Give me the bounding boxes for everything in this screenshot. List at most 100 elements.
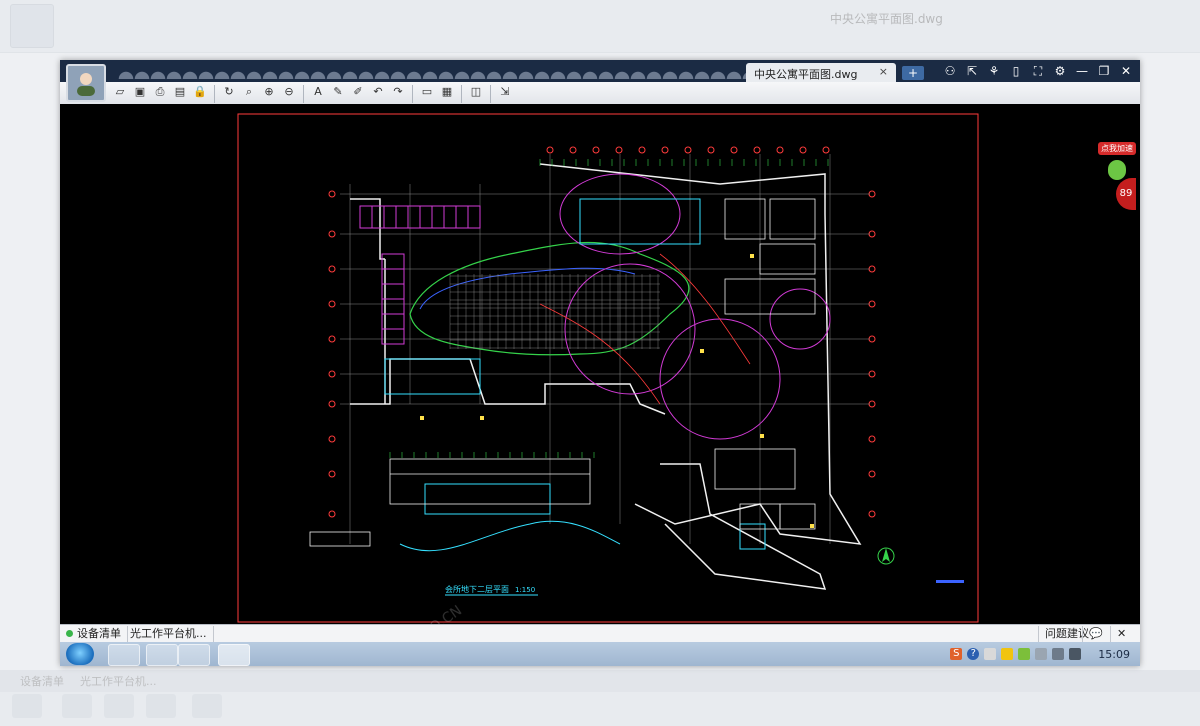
undo-icon[interactable]: ↶ [370,83,386,101]
network-icon[interactable] [984,648,997,660]
export-icon[interactable]: ⇲ [497,83,513,101]
layers-icon[interactable]: ◫ [468,83,484,101]
grid-bubble [328,510,336,518]
restore-button[interactable]: ❐ [1096,62,1112,80]
app-item[interactable]: 光工作平台机... [124,626,214,642]
watermark: PHOTO.CN [395,603,465,624]
close-tab-icon[interactable]: × [879,65,888,78]
document-tab[interactable]: 中央公寓平面图.dwg × [746,63,896,82]
drawing-canvas[interactable]: 会所地下二层平面 1:150 PHOTO.CN 点我加速 89 [60,104,1140,624]
grid-bubble [868,510,876,518]
mascot-icon [1108,160,1126,180]
grid-bubble [592,146,600,154]
speed-badge-label: 点我加速 [1098,142,1136,155]
user-avatar-icon [77,73,95,96]
close-button[interactable]: ✕ [1118,62,1134,80]
volume-icon[interactable] [1069,648,1082,660]
grid-bubble [661,146,669,154]
zoom-in-icon[interactable]: ⊕ [261,83,277,101]
circular-features [559,173,831,440]
document-tab-title: 中央公寓平面图.dwg [754,68,858,81]
save-icon[interactable]: ▣ [132,83,148,101]
device-list-label: 设备清单 [77,627,121,640]
update-icon[interactable] [1018,648,1031,660]
grid-bubble [730,146,738,154]
clock[interactable]: 15:09 [1098,648,1130,661]
grid-bubble [546,146,554,154]
measure-area-icon[interactable]: ▦ [439,83,455,101]
toolbar: ▱ ▣ ⎙ ▤ 🔒 ↻ ⌕ ⊕ ⊖ A ✎ ✐ ↶ ↷ ▭ ▦ ◫ ⇲ [60,82,1140,105]
zoom-out-icon[interactable]: ⊖ [281,83,297,101]
statusbar-close-button[interactable]: ✕ [1110,626,1132,642]
security-icon[interactable] [1001,648,1014,660]
ghost-task-icon [192,694,222,718]
open-icon[interactable]: ▱ [112,83,128,101]
start-button[interactable] [66,643,94,665]
online-dot-icon [66,630,73,637]
share-icon[interactable]: ⇱ [964,62,980,80]
grid-bubble [328,190,336,198]
tool-buttons: ▱ ▣ ⎙ ▤ 🔒 ↻ ⌕ ⊕ ⊖ A ✎ ✐ ↶ ↷ ▭ ▦ ◫ ⇲ [112,83,513,105]
avatar[interactable] [66,64,106,102]
water-edge [419,267,636,310]
lock-icon[interactable]: 🔒 [192,83,208,101]
grid-bubble [615,146,623,154]
device-list-item[interactable]: 设备清单 [60,626,128,642]
new-tab-button[interactable]: + [902,66,924,80]
window-controls: ⚇ ⇱ ⚘ ▯ ⛶ ⚙ — ❐ ✕ [942,62,1134,80]
input-method-icon[interactable]: S [950,648,963,660]
scale-bar [936,580,964,583]
measure-icon[interactable]: ▭ [419,83,435,101]
background-ghost-taskbar: 设备清单 光工作平台机... [0,670,1200,726]
landscape-outline [409,241,690,356]
toolbar-separator [461,85,462,103]
parking-stalls [359,205,481,345]
taskbar-archive-icon[interactable] [178,644,210,666]
marker-icon[interactable]: ✐ [350,83,366,101]
grid-bubble [328,265,336,273]
phone-icon[interactable]: ▯ [1008,62,1024,80]
taskbar-app-avatar-icon[interactable] [108,644,140,666]
text-icon[interactable]: A [310,83,326,101]
taskbar-viewer-icon[interactable] [218,644,250,666]
signal-icon[interactable] [1052,648,1065,660]
ghost-device-list: 设备清单 [20,675,64,688]
chat-icon[interactable]: ⚘ [986,62,1002,80]
dimension-ticks [389,159,829,458]
battery-icon[interactable] [1035,648,1048,660]
redo-icon[interactable]: ↷ [390,83,406,101]
print-icon[interactable]: ⎙ [152,83,168,101]
title-bar: 中央公寓平面图.dwg × + ⚇ ⇱ ⚘ ▯ ⛶ ⚙ — ❐ ✕ [60,60,1140,82]
ghost-doc-tab-title: 中央公寓平面图.dwg [830,12,943,26]
pencil-icon[interactable]: ✎ [330,83,346,101]
ghost-task-icon [104,694,134,718]
settings-icon[interactable]: ⚙ [1052,62,1068,80]
tab-strip-decoration [118,63,748,79]
users-icon[interactable]: ⚇ [942,62,958,80]
chat-bubble-icon[interactable]: 💬 [1082,626,1109,642]
toolbar-separator [412,85,413,103]
grid-bubble [799,146,807,154]
minimize-button[interactable]: — [1074,62,1090,80]
speed-badge[interactable]: 点我加速 89 [1098,142,1136,214]
fullscreen-icon[interactable]: ⛶ [1030,62,1046,80]
grid-bubble [328,230,336,238]
drawing-title: 会所地下二层平面 [445,584,509,594]
system-tray: S ? 15:09 [950,642,1130,666]
taskbar-folder-icon[interactable] [146,644,178,666]
help-icon[interactable]: ? [967,648,980,660]
export-pdf-icon[interactable]: ▤ [172,83,188,101]
ghost-avatar-icon [10,4,54,48]
grid-bubble [328,335,336,343]
fixture-markers [420,254,814,528]
zoom-window-icon[interactable]: ⌕ [241,83,257,101]
grid-bubble [328,400,336,408]
building-blocks [384,198,766,552]
cad-floor-plan: 会所地下二层平面 1:150 PHOTO.CN [237,113,979,624]
ghost-statusbar: 设备清单 光工作平台机... [0,670,1200,692]
drawing-scale: 1:150 [515,586,535,594]
ghost-task-icon [146,694,176,718]
ghost-start-icon [12,694,42,718]
ghost-task-icon [62,694,92,718]
rotate-icon[interactable]: ↻ [221,83,237,101]
